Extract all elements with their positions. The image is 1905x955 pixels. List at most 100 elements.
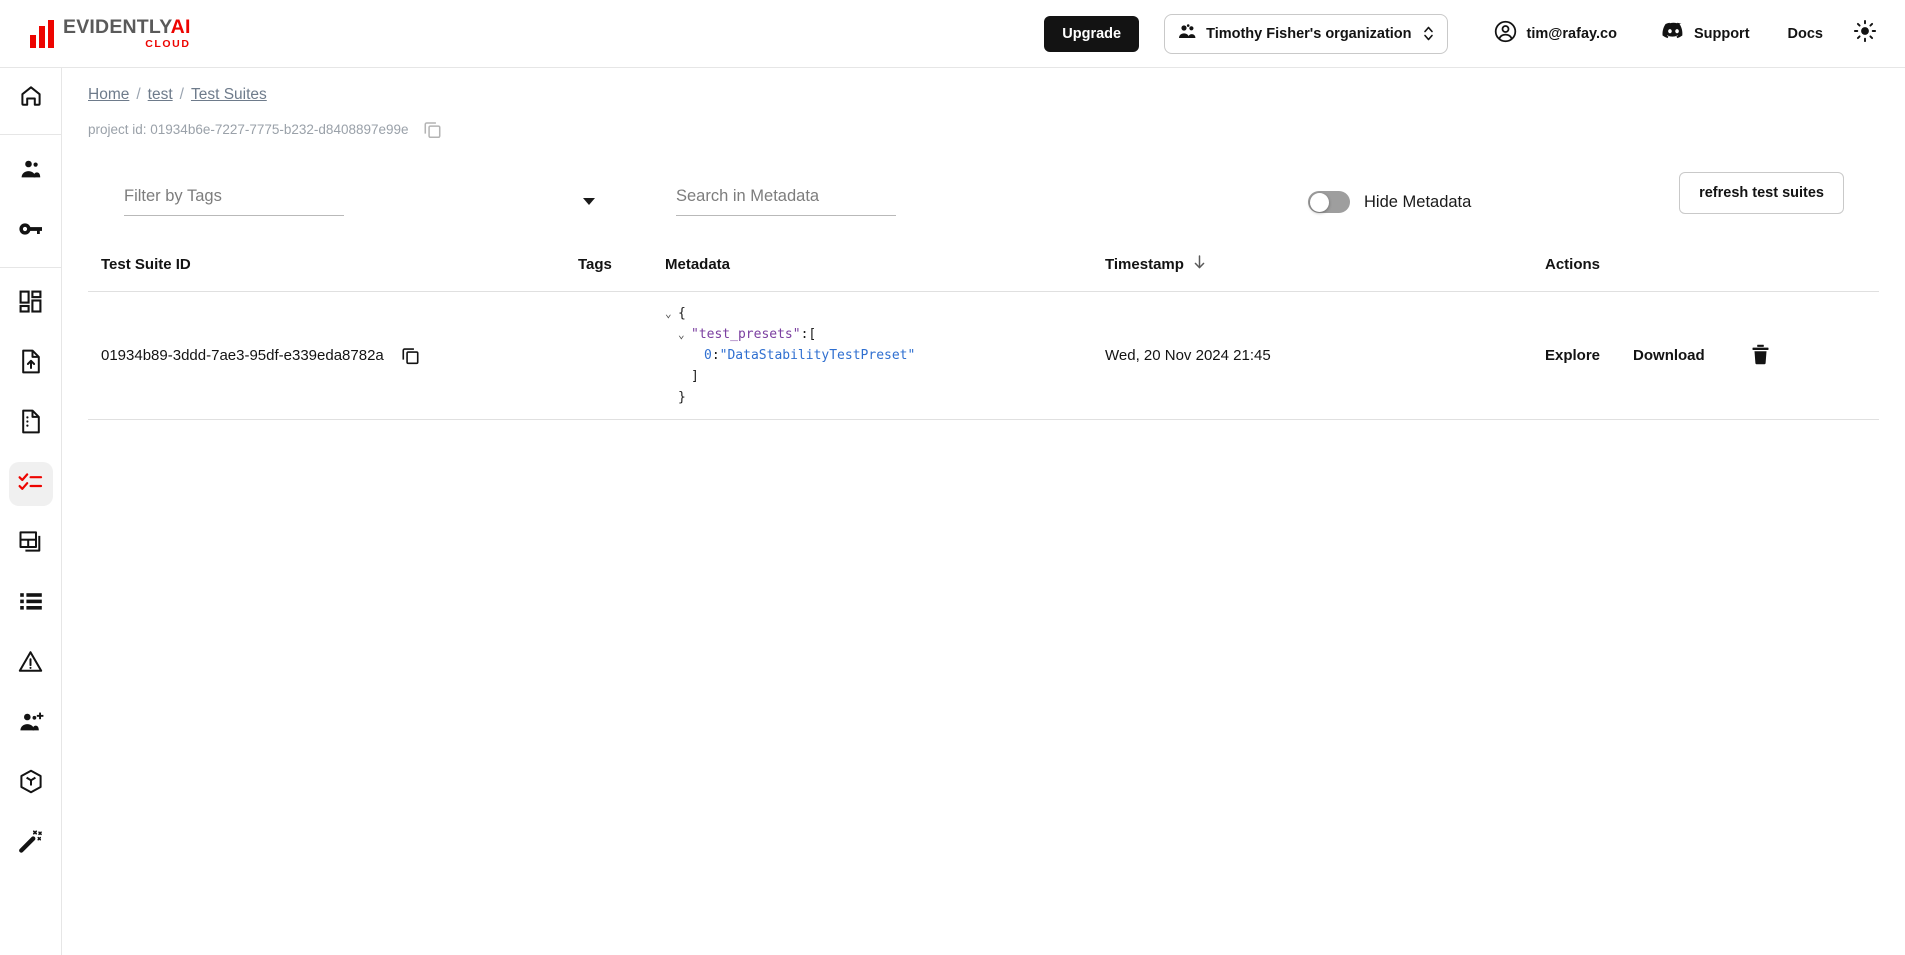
- column-header-metadata[interactable]: Metadata: [665, 256, 1105, 273]
- breadcrumb-separator: /: [136, 86, 141, 103]
- sidebar-item-team[interactable]: [9, 149, 53, 193]
- breadcrumb-current[interactable]: Test Suites: [191, 86, 267, 103]
- breadcrumb: Home / test / Test Suites: [88, 86, 1905, 104]
- cube-icon: [19, 769, 43, 799]
- file-upload-icon: [20, 349, 42, 379]
- user-plus-icon: [18, 711, 44, 738]
- file-lines-icon: [20, 409, 42, 439]
- sidebar-item-home[interactable]: [9, 76, 53, 120]
- delete-button[interactable]: [1751, 344, 1770, 368]
- sidebar-divider: [0, 267, 62, 268]
- copy-icon[interactable]: [423, 120, 442, 139]
- upgrade-button[interactable]: Upgrade: [1044, 15, 1140, 52]
- support-link[interactable]: Support: [1662, 22, 1750, 45]
- trash-icon: [1751, 344, 1770, 368]
- sidebar-item-invite-user[interactable]: [9, 702, 53, 746]
- copy-icon[interactable]: [401, 346, 420, 365]
- column-header-tags[interactable]: Tags: [578, 256, 665, 273]
- table-row: 01934b89-3ddd-7ae3-95df-e339eda8782a ⌄{: [88, 292, 1879, 420]
- organization-name: Timothy Fisher's organization: [1206, 25, 1412, 42]
- sidebar-item-magic[interactable]: [9, 822, 53, 866]
- key-icon: [18, 218, 44, 245]
- json-line-value: 0: "DataStabilityTestPreset": [665, 345, 1105, 366]
- logo-ai-text: AI: [170, 16, 191, 38]
- theme-toggle-button[interactable]: [1853, 19, 1877, 48]
- dashboard-grid-icon: [19, 290, 42, 318]
- search-metadata-input[interactable]: [676, 187, 896, 216]
- breadcrumb-project[interactable]: test: [148, 86, 173, 103]
- json-key: "test_presets": [691, 327, 801, 342]
- refresh-test-suites-button[interactable]: refresh test suites: [1679, 172, 1844, 214]
- json-colon: :: [711, 348, 720, 363]
- app-logo[interactable]: EVIDENTLYAI CLOUD: [30, 16, 191, 50]
- download-button[interactable]: Download: [1633, 347, 1705, 364]
- sidebar-item-reports[interactable]: [9, 402, 53, 446]
- hide-metadata-toggle[interactable]: [1308, 191, 1350, 213]
- top-bar-right: Upgrade Timothy Fisher's organization ti…: [1044, 13, 1905, 54]
- json-close-bracket: ]: [691, 369, 699, 384]
- sun-icon: [1853, 19, 1877, 48]
- sidebar-divider: [0, 134, 62, 135]
- project-id-label: project id: 01934b6e-7227-7775-b232-d840…: [88, 122, 409, 137]
- arrow-down-icon: [1192, 254, 1207, 274]
- users-icon: [19, 158, 43, 185]
- sidebar-item-models[interactable]: [9, 762, 53, 806]
- json-open-brace: {: [678, 306, 686, 321]
- collapse-arrow-icon[interactable]: ⌄: [665, 303, 678, 324]
- test-suite-id-value: 01934b89-3ddd-7ae3-95df-e339eda8782a: [101, 347, 384, 364]
- chevron-updown-icon: [1423, 25, 1434, 42]
- project-id-row: project id: 01934b6e-7227-7775-b232-d840…: [88, 120, 1905, 139]
- json-line-open-brace: ⌄{: [665, 303, 1105, 324]
- people-group-icon: [1178, 23, 1197, 44]
- logo-text: EVIDENTLYAI CLOUD: [63, 16, 191, 50]
- breadcrumb-home[interactable]: Home: [88, 86, 129, 103]
- sidebar-item-upload[interactable]: [9, 342, 53, 386]
- json-line-key: ⌄ "test_presets":[: [665, 324, 1105, 345]
- column-header-timestamp[interactable]: Timestamp: [1105, 254, 1545, 274]
- account-circle-icon: [1493, 19, 1518, 49]
- main-content: Home / test / Test Suites project id: 01934b…: [62, 68, 1905, 955]
- logo-main-text: EVIDENTLY: [63, 16, 171, 38]
- panels-icon: [19, 530, 43, 558]
- account-link[interactable]: tim@rafay.co: [1493, 19, 1617, 49]
- json-line-close-brace: }: [665, 387, 1105, 408]
- docs-link[interactable]: Docs: [1788, 26, 1823, 42]
- toolbar: Hide Metadata refresh test suites: [124, 172, 1844, 216]
- json-string-value: "DataStabilityTestPreset": [719, 348, 916, 363]
- json-colon: :: [800, 327, 809, 342]
- chevron-down-icon[interactable]: [583, 198, 595, 205]
- json-open-bracket: [: [808, 327, 817, 342]
- collapse-arrow-icon[interactable]: ⌄: [678, 324, 691, 345]
- docs-label: Docs: [1787, 25, 1823, 42]
- cell-test-suite-id: 01934b89-3ddd-7ae3-95df-e339eda8782a: [88, 346, 578, 365]
- hide-metadata-label: Hide Metadata: [1364, 192, 1472, 211]
- checklist-icon: [18, 471, 43, 498]
- timestamp-value: Wed, 20 Nov 2024 21:45: [1105, 346, 1271, 364]
- metadata-json-viewer[interactable]: ⌄{ ⌄ "test_presets":[ 0: "DataStabilityTes…: [665, 299, 1105, 412]
- list-icon: [19, 592, 43, 616]
- filter-by-tags-input[interactable]: [124, 187, 344, 216]
- organization-selector[interactable]: Timothy Fisher's organization: [1164, 13, 1448, 54]
- sidebar-item-alerts[interactable]: [9, 642, 53, 686]
- column-header-timestamp-label: Timestamp: [1105, 255, 1184, 273]
- top-bar: EVIDENTLYAI CLOUD Upgrade Timothy Fisher…: [0, 0, 1905, 68]
- sidebar-item-api-keys[interactable]: [9, 209, 53, 253]
- column-header-actions: Actions: [1545, 255, 1601, 273]
- sidebar-item-dashboards[interactable]: [9, 282, 53, 326]
- warning-triangle-icon: [18, 650, 43, 678]
- sidebar-item-snapshots[interactable]: [9, 522, 53, 566]
- column-header-test-suite-id[interactable]: Test Suite ID: [88, 256, 578, 273]
- magic-wand-icon: [18, 829, 43, 859]
- toggle-knob: [1309, 192, 1329, 212]
- explore-button[interactable]: Explore: [1545, 347, 1600, 364]
- home-icon: [19, 84, 43, 113]
- json-line-close-bracket: ]: [665, 366, 1105, 387]
- sidebar-item-datasets[interactable]: [9, 582, 53, 626]
- json-close-brace: }: [678, 390, 686, 405]
- discord-icon: [1662, 22, 1685, 45]
- json-array-index: 0: [704, 348, 712, 363]
- sidebar-item-test-suites[interactable]: [8, 462, 53, 506]
- support-label: Support: [1693, 25, 1750, 42]
- logo-sub-text: CLOUD: [145, 37, 191, 50]
- account-email: tim@rafay.co: [1526, 25, 1617, 42]
